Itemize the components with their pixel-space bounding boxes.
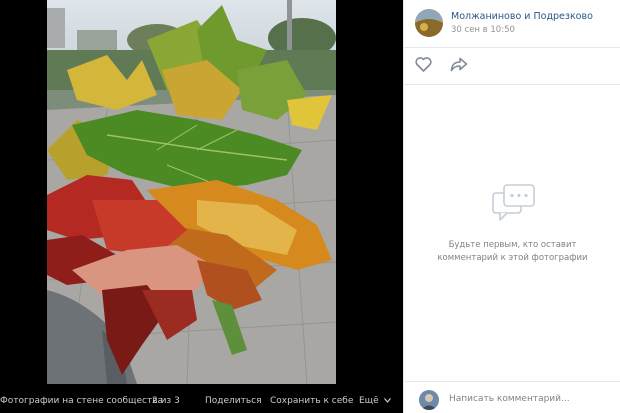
chevron-down-icon [383,398,391,403]
more-link[interactable]: Ещё [359,396,391,406]
photo[interactable] [47,0,336,384]
comment-input[interactable]: Написать комментарий... [449,394,570,404]
autumn-leaves-photo [47,0,336,384]
share-arrow-icon[interactable] [450,57,468,72]
user-avatar[interactable] [419,390,439,410]
heart-icon[interactable] [415,57,432,72]
divider [404,84,620,85]
group-name-link[interactable]: Молжаниново и Подрезково [451,11,593,22]
divider [404,381,620,382]
share-link[interactable]: Поделиться [205,396,262,406]
save-link[interactable]: Сохранить к себе [270,396,353,406]
empty-comments-text: Будьте первым, кто оставит комментарий к… [414,239,611,265]
more-label: Ещё [359,396,379,406]
group-avatar-image [415,9,443,37]
chat-bubble-icon [492,184,535,221]
album-link[interactable]: Фотографии на стене сообщества [0,396,163,406]
user-avatar-image [419,390,439,410]
viewer-bottom-bar: Фотографии на стене сообщества 2 из 3 По… [0,384,403,413]
group-avatar[interactable] [415,9,443,37]
post-sidebar: Молжаниново и Подрезково 30 сен в 10:50 … [403,0,620,413]
photo-counter: 2 из 3 [152,396,180,406]
post-date[interactable]: 30 сен в 10:50 [451,25,515,35]
empty-comments-line-1: Будьте первым, кто оставит [448,240,577,250]
divider [404,47,620,48]
photo-viewer: Фотографии на стене сообщества 2 из 3 По… [0,0,403,413]
empty-comments-line-2: комментарий к этой фотографии [437,253,588,263]
